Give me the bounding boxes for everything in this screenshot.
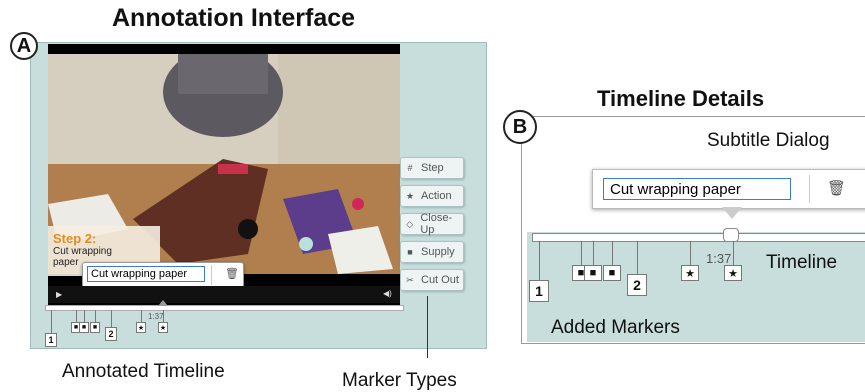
panel-a-label: A	[10, 32, 38, 60]
step-marker-1[interactable]: 1	[45, 333, 57, 347]
volume-icon[interactable]: ◀)	[383, 289, 392, 298]
annotated-timeline-caption: Annotated Timeline	[62, 361, 225, 382]
current-time-a: 1:37	[148, 312, 164, 321]
marker-stem	[637, 241, 638, 275]
annotated-timeline[interactable]	[45, 305, 404, 311]
subtitle-input-a[interactable]	[87, 266, 205, 282]
marker-type-label: Action	[421, 190, 452, 202]
timeline-label: Timeline	[766, 252, 838, 273]
marker-stem	[612, 241, 613, 266]
play-icon[interactable]: ▶	[56, 290, 62, 299]
step-marker-2-b[interactable]: 2	[627, 274, 647, 296]
action-marker-icon[interactable]: ★	[681, 265, 699, 281]
action-marker-icon[interactable]: ★	[136, 322, 146, 333]
marker-type-label: Supply	[421, 246, 455, 258]
marker-stem	[593, 241, 594, 266]
playhead-b[interactable]	[723, 228, 739, 242]
subtitle-dialog-label: Subtitle Dialog	[707, 130, 830, 151]
marker-type-step-button[interactable]: # Step	[400, 157, 464, 179]
step-text-line1: Cut wrapping	[53, 246, 112, 257]
action-marker-icon[interactable]: ★	[724, 265, 742, 281]
current-time-b: 1:37	[706, 251, 732, 266]
marker-type-cutout-button[interactable]: ✂ Cut Out	[400, 269, 464, 291]
marker-types-leader-line	[427, 296, 428, 358]
divider	[809, 175, 810, 203]
supply-marker-icon[interactable]: ■	[584, 265, 602, 281]
marker-type-supply-button[interactable]: ■ Supply	[400, 241, 464, 263]
marker-stem	[690, 241, 691, 266]
step-number: Step 2:	[53, 231, 97, 246]
action-marker-icon[interactable]: ★	[158, 322, 168, 333]
subtitle-dialog-a: 🗑	[82, 262, 244, 288]
supply-icon: ■	[407, 247, 413, 257]
panel-a-title: Annotation Interface	[112, 4, 356, 32]
step-marker-2[interactable]: 2	[105, 327, 117, 341]
eye-icon: ◇	[406, 218, 414, 229]
panel-b-title: Timeline Details	[597, 86, 765, 111]
subtitle-input-b[interactable]	[603, 178, 791, 200]
marker-stem	[733, 241, 734, 266]
supply-marker-icon[interactable]: ■	[79, 322, 89, 333]
supply-marker-icon[interactable]: ■	[90, 322, 100, 333]
step-marker-1-b[interactable]: 1	[529, 280, 549, 302]
supply-marker-icon[interactable]: ■	[603, 265, 621, 281]
hash-icon: #	[407, 163, 413, 173]
marker-stem	[51, 310, 52, 334]
added-markers-label: Added Markers	[551, 317, 680, 338]
marker-type-label: Cut Out	[421, 274, 459, 286]
marker-stem	[581, 241, 582, 266]
divider	[211, 265, 212, 285]
marker-type-closeup-button[interactable]: ◇ Close-Up	[400, 212, 464, 236]
panel-b-label: B	[503, 110, 537, 144]
dialog-pointer	[722, 207, 742, 219]
trash-icon[interactable]: 🗑	[225, 267, 239, 280]
marker-stem	[539, 241, 540, 281]
video-control-bar: ▶ ◀)	[48, 286, 400, 303]
marker-type-label: Close-Up	[420, 212, 453, 236]
marker-stem	[111, 310, 112, 328]
playhead-a[interactable]	[158, 300, 168, 306]
marker-type-label: Step	[421, 162, 444, 174]
star-icon: ★	[405, 190, 415, 201]
subtitle-dialog-b: 🗑	[592, 169, 865, 209]
trash-icon[interactable]: 🗑	[827, 179, 846, 197]
scissors-icon: ✂	[406, 274, 414, 285]
marker-type-action-button[interactable]: ★ Action	[400, 185, 464, 207]
marker-types-caption: Marker Types	[342, 370, 457, 391]
